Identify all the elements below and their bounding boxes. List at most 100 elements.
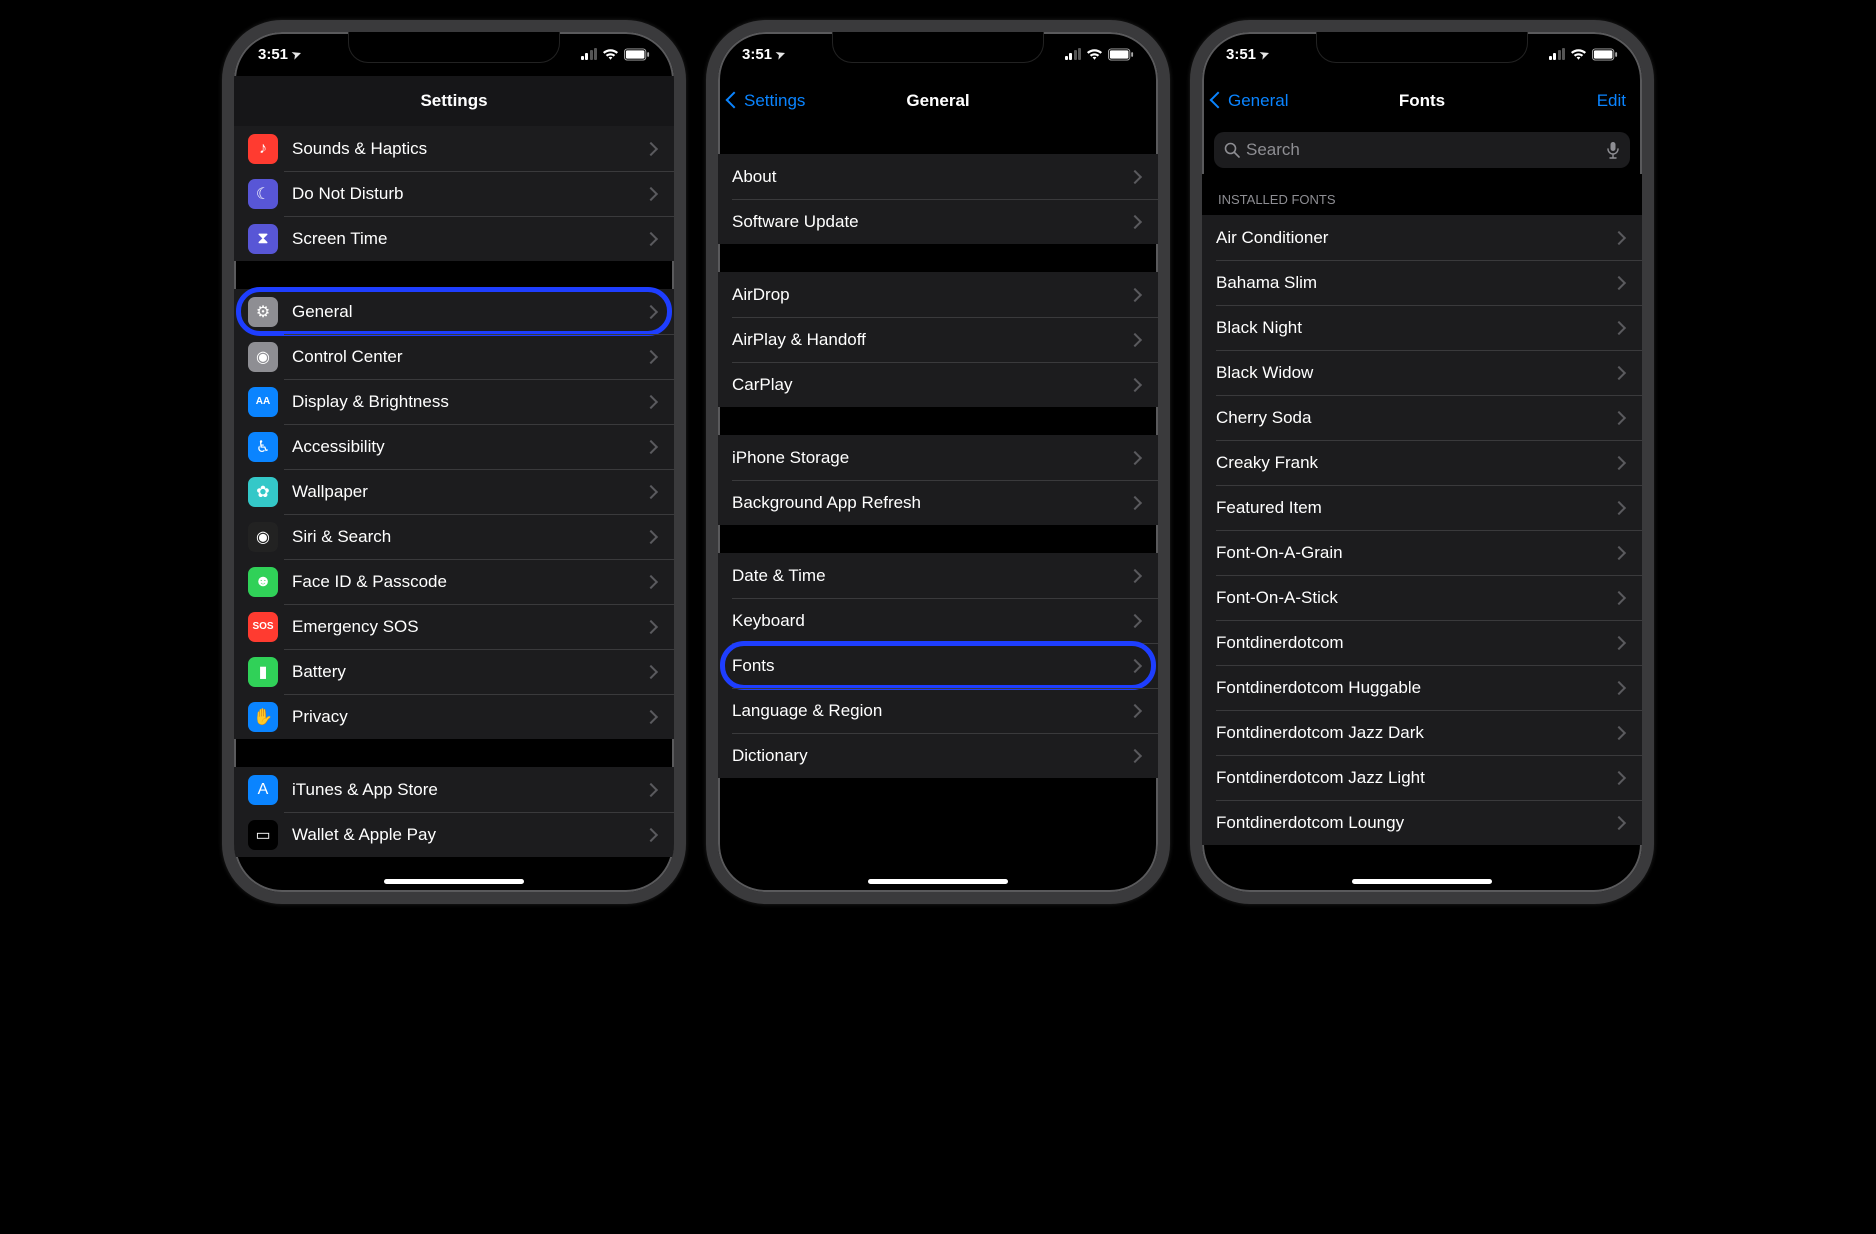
row-label: Bahama Slim [1216, 273, 1614, 293]
nav-bar: Settings [234, 76, 674, 126]
list-item[interactable]: Dictionary [718, 733, 1158, 778]
list-item[interactable]: Font-On-A-Stick [1202, 575, 1642, 620]
chevron-right-icon [644, 231, 658, 245]
back-button[interactable]: General [1212, 91, 1288, 111]
home-indicator[interactable] [868, 879, 1008, 884]
chevron-right-icon [644, 304, 658, 318]
row-label: Cherry Soda [1216, 408, 1614, 428]
list-item[interactable]: Keyboard [718, 598, 1158, 643]
chevron-right-icon [644, 394, 658, 408]
chevron-right-icon [1128, 287, 1142, 301]
list-item[interactable]: Featured Item [1202, 485, 1642, 530]
status-time: 3:51 [742, 46, 772, 63]
back-label: General [1228, 91, 1288, 111]
list-item[interactable]: ⧗Screen Time [234, 216, 674, 261]
notch [832, 32, 1044, 63]
list-item[interactable]: Date & Time [718, 553, 1158, 598]
list-item[interactable]: Background App Refresh [718, 480, 1158, 525]
search-placeholder: Search [1246, 140, 1300, 160]
list-item[interactable]: CarPlay [718, 362, 1158, 407]
list-item[interactable]: ☻Face ID & Passcode [234, 559, 674, 604]
row-icon: ▭ [248, 820, 278, 850]
list-item[interactable]: AiTunes & App Store [234, 767, 674, 812]
chevron-right-icon [1128, 214, 1142, 228]
page-title: Fonts [1399, 91, 1445, 111]
row-label: iTunes & App Store [292, 780, 646, 800]
row-label: Display & Brightness [292, 392, 646, 412]
mic-icon[interactable] [1606, 141, 1620, 159]
list-item[interactable]: Black Night [1202, 305, 1642, 350]
list-item[interactable]: Fontdinerdotcom Huggable [1202, 665, 1642, 710]
edit-button[interactable]: Edit [1597, 91, 1626, 111]
chevron-right-icon [1128, 703, 1142, 717]
list-item[interactable]: Creaky Frank [1202, 440, 1642, 485]
list-item[interactable]: About [718, 154, 1158, 199]
list-item[interactable]: ◉Control Center [234, 334, 674, 379]
list-item[interactable]: AADisplay & Brightness [234, 379, 674, 424]
row-label: Screen Time [292, 229, 646, 249]
list-item[interactable]: ✋Privacy [234, 694, 674, 739]
list-item[interactable]: Software Update [718, 199, 1158, 244]
list-item[interactable]: ♿︎ Accessibility [234, 424, 674, 469]
chevron-right-icon [1612, 230, 1626, 244]
chevron-right-icon [1128, 332, 1142, 346]
row-icon: ☻ [248, 567, 278, 597]
list-item[interactable]: ♪Sounds & Haptics [234, 126, 674, 171]
chevron-left-icon [728, 91, 744, 111]
list-item[interactable]: ▭Wallet & Apple Pay [234, 812, 674, 857]
list-item[interactable]: Font-On-A-Grain [1202, 530, 1642, 575]
list-group: ⚙︎General◉Control CenterAADisplay & Brig… [234, 289, 674, 739]
search-input[interactable]: Search [1214, 132, 1630, 168]
list-item[interactable]: SOSEmergency SOS [234, 604, 674, 649]
list-item[interactable]: ◉Siri & Search [234, 514, 674, 559]
list-item[interactable]: Language & Region [718, 688, 1158, 733]
list-item[interactable]: Air Conditioner [1202, 215, 1642, 260]
list-item[interactable]: AirDrop [718, 272, 1158, 317]
settings-list[interactable]: ♪Sounds & Haptics☾Do Not Disturb⧗Screen … [234, 126, 674, 857]
list-item[interactable]: Fontdinerdotcom Jazz Light [1202, 755, 1642, 800]
chevron-right-icon [1612, 725, 1626, 739]
row-label: Accessibility [292, 437, 646, 457]
row-label: Date & Time [732, 566, 1130, 586]
row-label: Black Widow [1216, 363, 1614, 383]
list-item[interactable]: iPhone Storage [718, 435, 1158, 480]
fonts-list[interactable]: Air Conditioner Bahama Slim Black Night Bla… [1202, 215, 1642, 845]
list-group: AboutSoftware Update [718, 154, 1158, 244]
row-label: Dictionary [732, 746, 1130, 766]
list-item[interactable]: Fontdinerdotcom [1202, 620, 1642, 665]
row-label: Background App Refresh [732, 493, 1130, 513]
home-indicator[interactable] [384, 879, 524, 884]
row-label: CarPlay [732, 375, 1130, 395]
list-item[interactable]: Black Widow [1202, 350, 1642, 395]
list-item[interactable]: ☾Do Not Disturb [234, 171, 674, 216]
battery-icon [624, 48, 650, 61]
general-list[interactable]: AboutSoftware Update AirDropAirPlay & Han… [718, 126, 1158, 778]
nav-bar: Settings General [718, 76, 1158, 126]
list-item[interactable]: Bahama Slim [1202, 260, 1642, 305]
row-icon: ⚙︎ [248, 297, 278, 327]
chevron-right-icon [644, 619, 658, 633]
list-group: Air Conditioner Bahama Slim Black Night Bla… [1202, 215, 1642, 845]
home-indicator[interactable] [1352, 879, 1492, 884]
list-item[interactable]: ✿Wallpaper [234, 469, 674, 514]
list-item[interactable]: Fontdinerdotcom Jazz Dark [1202, 710, 1642, 755]
chevron-right-icon [1612, 275, 1626, 289]
notch [348, 32, 560, 63]
list-item[interactable]: Cherry Soda [1202, 395, 1642, 440]
section-header: INSTALLED FONTS [1202, 174, 1642, 215]
list-item[interactable]: Fontdinerdotcom Loungy [1202, 800, 1642, 845]
list-item[interactable]: AirPlay & Handoff [718, 317, 1158, 362]
status-time: 3:51 [258, 46, 288, 63]
row-label: Privacy [292, 707, 646, 727]
chevron-right-icon [644, 186, 658, 200]
back-button[interactable]: Settings [728, 91, 805, 111]
list-item[interactable]: ▮Battery [234, 649, 674, 694]
list-item[interactable]: ⚙︎General [234, 289, 674, 334]
list-item[interactable]: Fonts [718, 643, 1158, 688]
status-time: 3:51 [1226, 46, 1256, 63]
chevron-right-icon [644, 484, 658, 498]
chevron-right-icon [644, 782, 658, 796]
row-icon: ♿︎ [248, 432, 278, 462]
list-group: ♪Sounds & Haptics☾Do Not Disturb⧗Screen … [234, 126, 674, 261]
row-icon: ◉ [248, 342, 278, 372]
